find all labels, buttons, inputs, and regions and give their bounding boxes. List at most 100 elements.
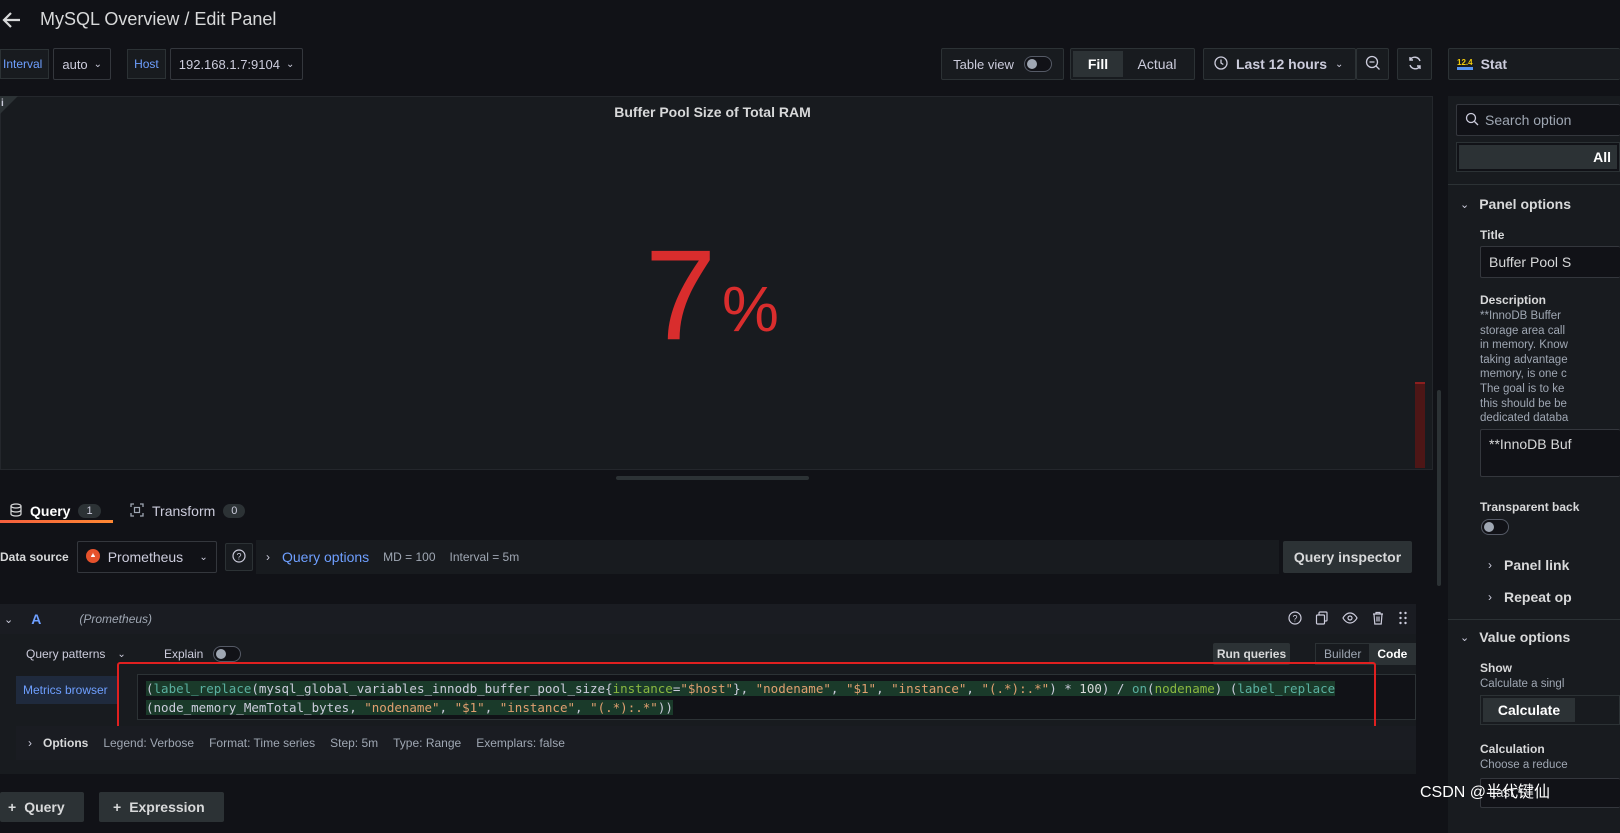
chevron-down-icon: ⌄ [1460,631,1470,644]
chevron-down-icon: ⌄ [1460,198,1470,211]
max-data-points: MD = 100 [383,550,436,564]
metrics-browser-button[interactable]: Metrics browser [16,676,117,704]
add-query-button[interactable]: + Query [0,792,84,822]
search-placeholder: Search option [1485,112,1572,128]
exemplars-summary: Exemplars: false [476,736,565,750]
refresh-icon [1407,55,1423,74]
refresh-button[interactable] [1397,48,1432,80]
tab-transform[interactable]: Transform 0 [130,496,246,526]
repeat-options-section[interactable]: › Repeat op [1488,589,1572,605]
show-description: Calculate a singl [1480,678,1565,690]
back-arrow-icon[interactable] [0,8,24,32]
table-view-toggle[interactable]: Table view [941,48,1064,80]
search-icon [1465,112,1479,129]
query-options-label[interactable]: Query options [282,549,369,565]
duplicate-icon[interactable] [1315,610,1329,628]
query-datasource-name: (Prometheus) [79,612,153,626]
database-icon [10,502,22,520]
chevron-right-icon: › [1488,590,1492,604]
highlight-annotation-box [117,662,1376,732]
chevron-right-icon: › [28,736,32,750]
query-row-actions: ? [1288,610,1416,628]
interval-value: auto [62,56,88,72]
builder-mode-button[interactable]: Builder [1316,644,1369,664]
description-line: in memory. Know [1480,339,1568,352]
panel-options-label: Panel options [1479,196,1572,212]
zoom-out-button[interactable] [1356,48,1389,80]
plus-icon: + [113,799,122,815]
stat-unit: % [722,273,779,345]
calculate-button[interactable]: Calculate [1483,698,1575,722]
options-label: Options [43,736,89,750]
title-input[interactable]: Buffer Pool S [1480,246,1620,278]
repeat-options-label: Repeat op [1504,589,1572,605]
transparent-background-toggle[interactable] [1481,519,1509,535]
panel-splitter-handle[interactable] [616,476,809,480]
eye-icon[interactable] [1342,611,1358,628]
query-patterns-label: Query patterns [26,647,106,661]
query-options-bar[interactable]: › Query options MD = 100 Interval = 5m [256,540,1279,574]
query-inspector-button[interactable]: Query inspector [1283,541,1412,573]
variables-bar: Interval auto ⌄ Host 192.168.1.7:9104 ⌄ [0,48,304,80]
chevron-down-icon: ⌄ [117,648,126,660]
panel-links-section[interactable]: › Panel link [1488,557,1569,573]
panel-options-header[interactable]: ⌄ Panel options [1460,196,1571,212]
explain-toggle-row: Explain [164,645,242,663]
help-icon[interactable]: ? [1288,610,1302,628]
explain-toggle[interactable] [213,646,242,662]
active-tab-indicator [0,520,113,523]
search-options-input[interactable]: Search option [1456,104,1620,136]
interval-select[interactable]: auto ⌄ [53,48,112,80]
filter-group: All [1456,142,1620,172]
prometheus-icon [85,548,100,566]
filter-all-button[interactable]: All [1459,145,1617,169]
host-select[interactable]: 192.168.1.7:9104 ⌄ [169,48,304,80]
time-range-picker[interactable]: Last 12 hours ⌄ [1203,48,1356,80]
visualization-picker[interactable]: 12.4 Stat [1448,48,1620,80]
host-value: 192.168.1.7:9104 [178,56,280,72]
svg-text:?: ? [236,551,241,561]
datasource-row: Data source Prometheus ⌄ ? [0,541,253,573]
panel-links-label: Panel link [1504,557,1570,573]
clock-icon [1214,55,1228,73]
table-view-label: Table view [953,56,1014,72]
calculation-description: Choose a reduce [1480,759,1568,771]
min-interval: Interval = 5m [449,550,520,564]
time-range-label: Last 12 hours [1236,56,1328,72]
description-help-text: **InnoDB Buffer storage area call in mem… [1480,309,1620,426]
query-ref-id[interactable]: A [31,611,41,627]
toggle-switch[interactable] [1023,56,1052,72]
fill-button[interactable]: Fill [1073,51,1123,77]
code-mode-button[interactable]: Code [1369,644,1416,664]
interval-variable-label: Interval [0,49,50,79]
query-count-badge: 1 [78,504,101,518]
query-patterns-dropdown[interactable]: Query patterns ⌄ [26,645,126,663]
value-options-header[interactable]: ⌄ Value options [1460,629,1570,645]
add-query-label: Query [24,799,65,815]
description-line: storage area call [1480,324,1566,337]
query-options-summary[interactable]: › Options Legend: Verbose Format: Time s… [16,726,1416,760]
visualization-name: Stat [1480,56,1508,72]
add-expression-label: Expression [129,799,205,815]
drag-handle-icon[interactable] [1398,611,1408,628]
vertical-scrollbar[interactable] [1437,390,1441,586]
description-line: dedicated databa [1480,412,1569,425]
datasource-label: Data source [0,550,69,564]
format-summary: Format: Time series [209,736,316,750]
actual-button[interactable]: Actual [1123,51,1191,77]
datasource-help-button[interactable]: ? [224,543,253,571]
description-textarea[interactable]: **InnoDB Buf [1480,429,1620,477]
host-variable-label: Host [127,49,166,79]
datasource-picker[interactable]: Prometheus ⌄ [76,541,217,573]
divider [1448,184,1620,185]
legend-summary: Legend: Verbose [103,736,195,750]
page-title: MySQL Overview / Edit Panel [40,9,277,29]
add-expression-button[interactable]: + Expression [99,792,224,822]
plus-icon: + [8,799,17,815]
collapse-chevron-icon[interactable]: ⌄ [4,613,13,626]
chevron-right-icon: › [266,550,270,564]
datasource-name: Prometheus [107,549,184,565]
chevron-down-icon: ⌄ [285,58,295,70]
zoom-out-icon [1365,55,1381,74]
trash-icon[interactable] [1371,611,1385,628]
